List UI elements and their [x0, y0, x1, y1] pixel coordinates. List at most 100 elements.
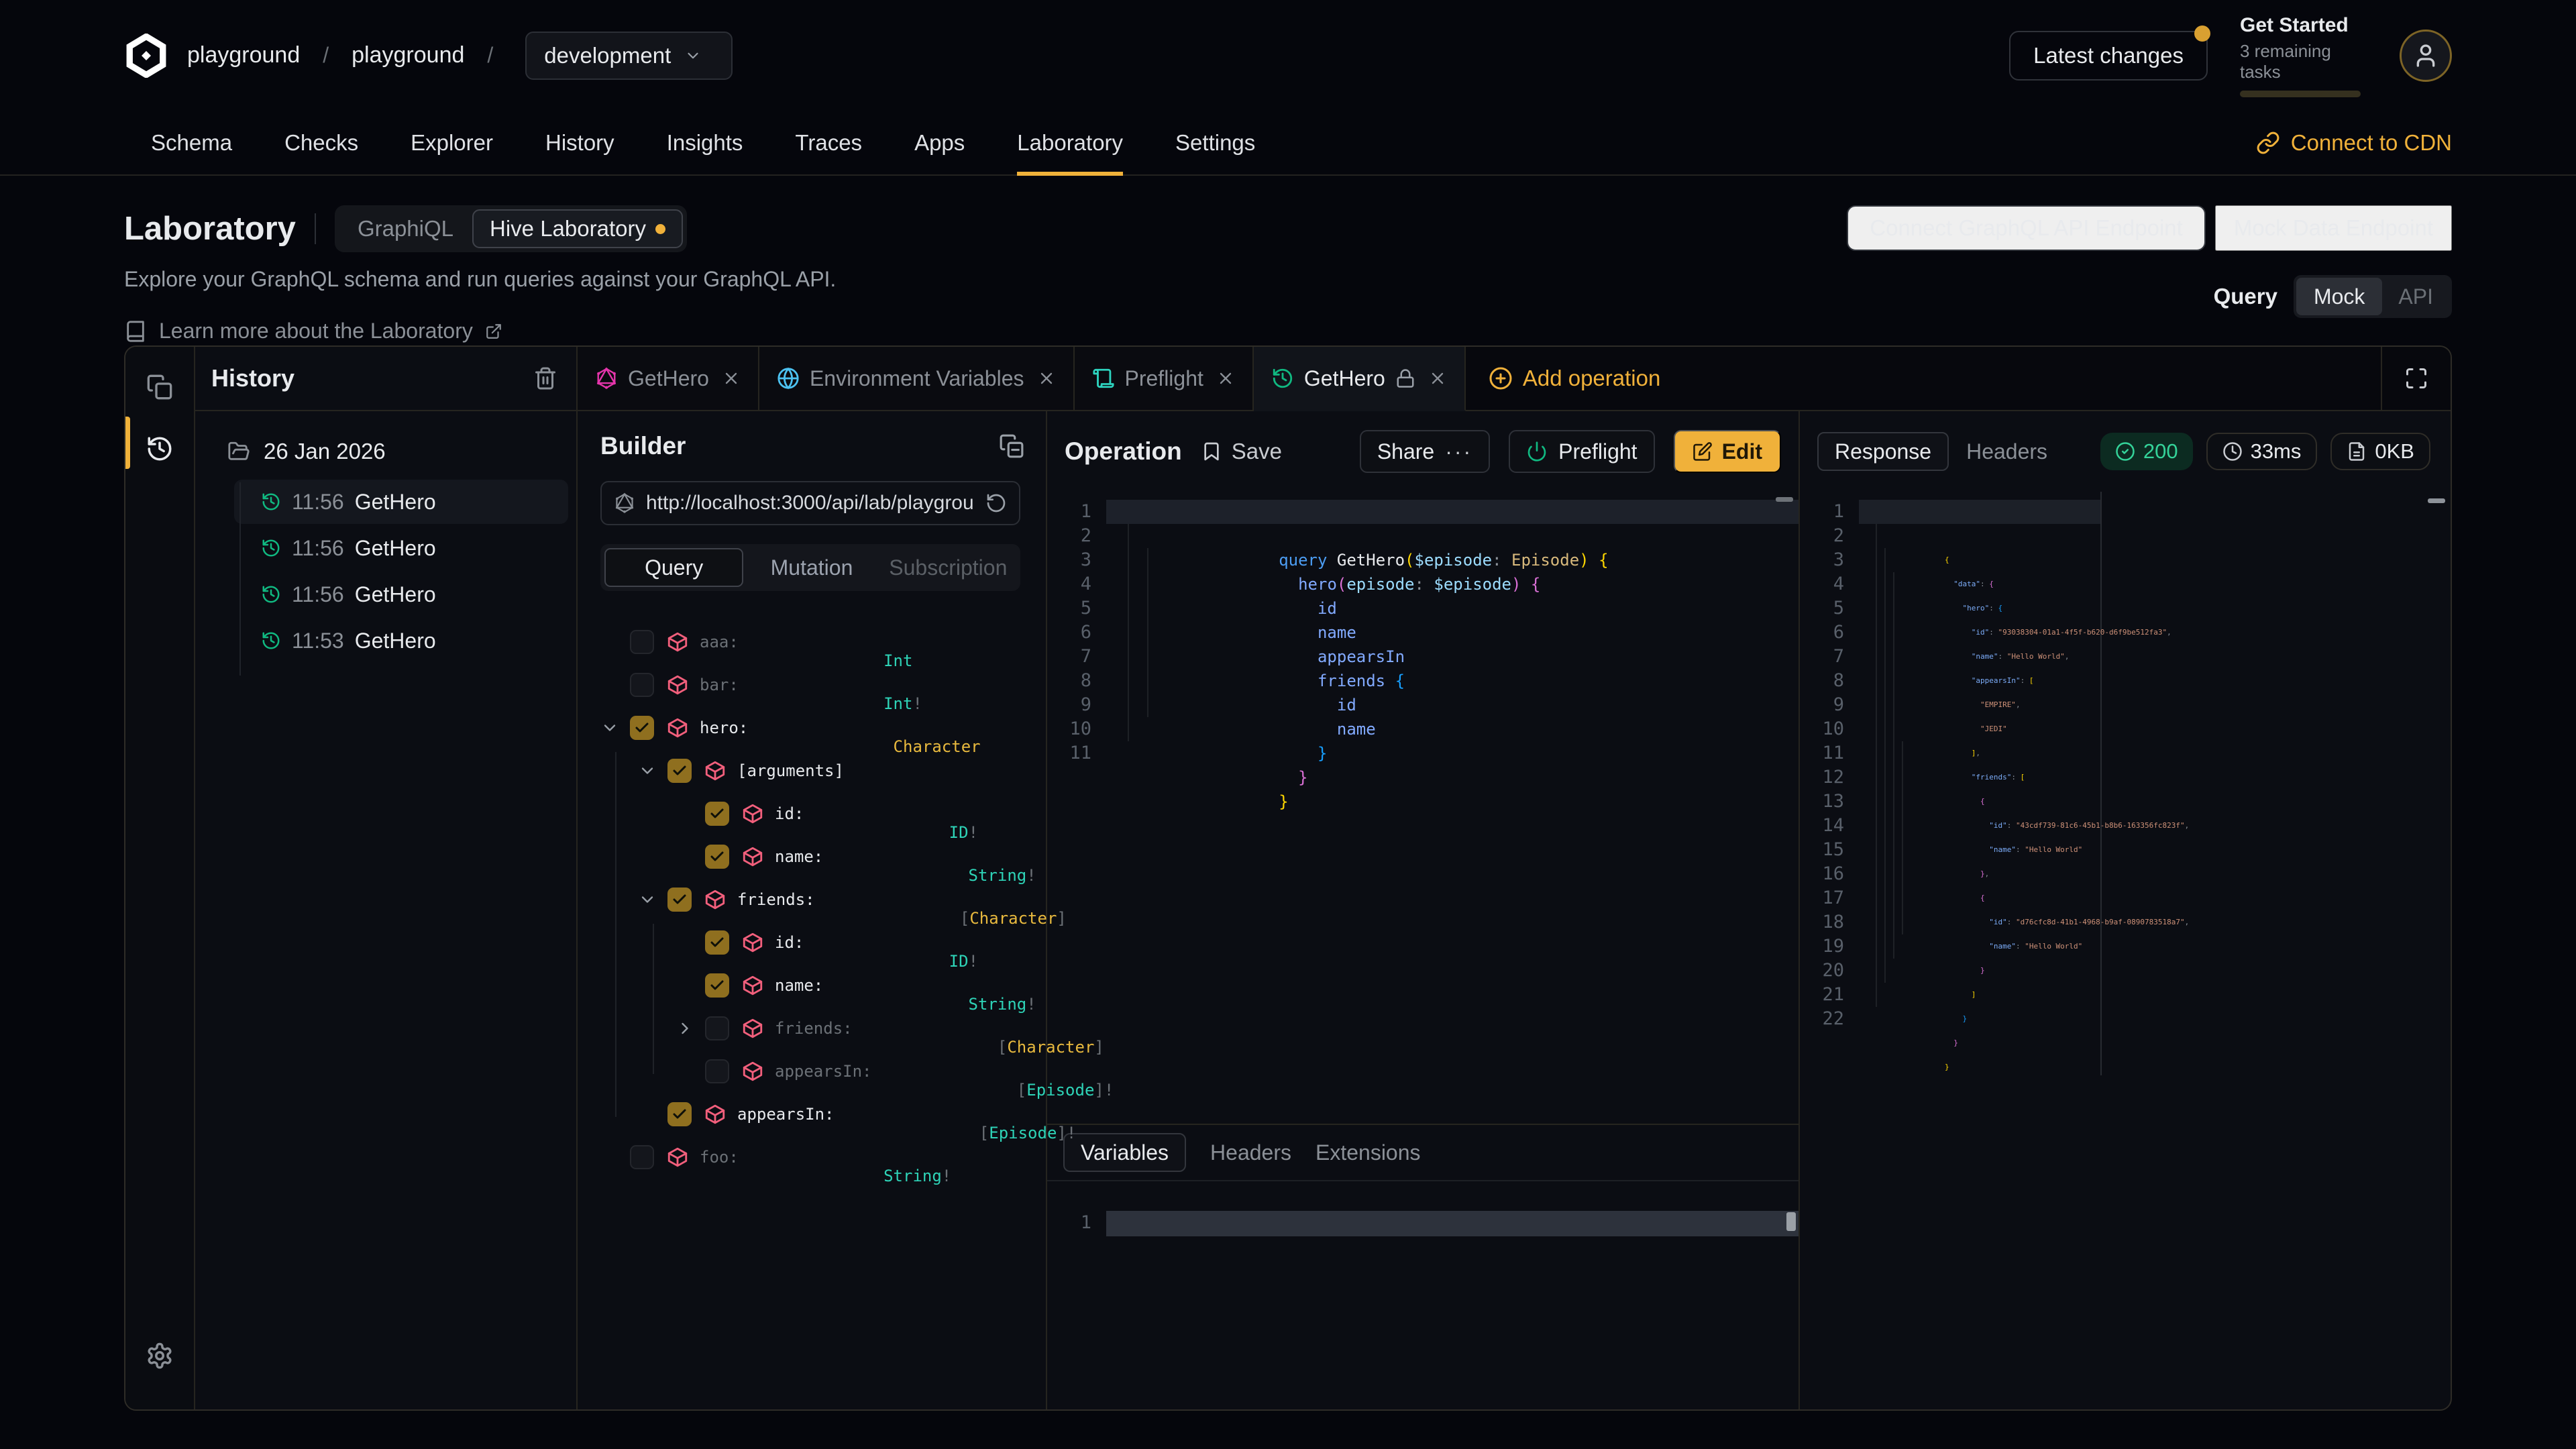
history-item[interactable]: 11:56 GetHero [234, 480, 568, 524]
field-checkbox[interactable] [630, 673, 654, 697]
history-rail-button[interactable] [134, 423, 185, 474]
fullscreen-button[interactable] [2381, 347, 2451, 411]
close-icon[interactable] [1037, 369, 1056, 388]
nav-tab[interactable]: Traces [795, 111, 862, 176]
breadcrumb-project[interactable]: playground [352, 42, 464, 68]
mode-graphiql[interactable]: GraphiQL [339, 216, 472, 241]
edit-button[interactable]: Edit [1674, 430, 1781, 473]
scrollbar-thumb[interactable] [2428, 498, 2445, 503]
latest-changes-button[interactable]: Latest changes [2009, 31, 2208, 80]
nav-tab[interactable]: Explorer [411, 111, 493, 176]
chevron-down-icon[interactable] [638, 890, 667, 909]
connect-endpoint-button[interactable]: Connect GraphQL API Endpoint [1847, 205, 2206, 251]
trash-icon[interactable] [533, 366, 557, 390]
tab-label: Environment Variables [810, 366, 1024, 391]
code-line: 3 id [1047, 548, 1799, 572]
target-dropdown-value: development [544, 43, 671, 68]
edit-label: Edit [1722, 439, 1762, 464]
nav-tab[interactable]: Settings [1175, 111, 1255, 176]
refresh-icon[interactable] [985, 492, 1007, 514]
tab-query[interactable]: Query [604, 548, 743, 587]
variables-editor[interactable]: 1 [1047, 1181, 1799, 1409]
mode-hive-laboratory[interactable]: Hive Laboratory [472, 209, 683, 248]
field-checkbox[interactable] [705, 973, 729, 998]
operation-tab[interactable]: GetHero [1254, 347, 1466, 411]
learn-more-link[interactable]: Learn more about the Laboratory [124, 319, 836, 343]
nav-tab[interactable]: Checks [284, 111, 358, 176]
tab-response[interactable]: Response [1817, 432, 1949, 471]
field-checkbox[interactable] [705, 845, 729, 869]
graphql-icon [614, 492, 635, 514]
operation-tab[interactable]: Environment Variables [759, 347, 1075, 411]
tab-mutation[interactable]: Mutation [743, 548, 879, 587]
more-options-icon[interactable]: ··· [1445, 439, 1472, 464]
close-icon[interactable] [1428, 369, 1447, 388]
history-date-group[interactable]: 26 Jan 2026 [195, 431, 576, 472]
mode-mock[interactable]: Mock [2296, 278, 2382, 315]
tab-subscription[interactable]: Subscription [880, 548, 1016, 587]
operation-tab[interactable]: Preflight [1075, 347, 1254, 411]
cube-icon [666, 631, 689, 653]
get-started-title: Get Started [2240, 14, 2367, 37]
nav-tab[interactable]: Laboratory [1017, 111, 1123, 176]
get-started-widget[interactable]: Get Started 3 remaining tasks [2240, 14, 2367, 97]
field-name: aaa: [700, 633, 739, 651]
field-checkbox[interactable] [705, 930, 729, 955]
field-checkbox[interactable] [630, 630, 654, 654]
field-checkbox[interactable] [705, 1016, 729, 1040]
field-checkbox[interactable] [667, 1102, 692, 1126]
endpoint-url-input[interactable]: http://localhost:3000/api/lab/playground [600, 481, 1020, 525]
chevron-down-icon[interactable] [676, 1019, 705, 1038]
page-description: Explore your GraphQL schema and run quer… [124, 267, 836, 292]
history-item[interactable]: 11:56 GetHero [234, 526, 568, 570]
breadcrumb-org[interactable]: playground [187, 42, 300, 68]
settings-button[interactable] [134, 1330, 185, 1381]
history-item[interactable]: 11:53 GetHero [234, 619, 568, 663]
mock-endpoint-button[interactable]: Mock Data Endpoint [2215, 205, 2452, 251]
target-dropdown[interactable]: development [525, 32, 733, 80]
add-operation-button[interactable]: Add operation [1489, 366, 1661, 391]
field-checkbox[interactable] [667, 759, 692, 783]
tab-response-headers[interactable]: Headers [1966, 439, 2047, 464]
field-checkbox[interactable] [667, 888, 692, 912]
lock-icon [1395, 368, 1415, 388]
nav-tab[interactable]: History [545, 111, 614, 176]
response-viewer[interactable]: 1 { 2 "data": { [1800, 492, 2102, 1075]
preflight-button[interactable]: Preflight [1509, 430, 1654, 473]
tab-headers[interactable]: Headers [1210, 1140, 1291, 1165]
tab-variables[interactable]: Variables [1063, 1133, 1186, 1172]
code-line: 17 "name": "Hello World" [1800, 886, 2100, 910]
save-button[interactable]: Save [1201, 439, 1282, 464]
history-item[interactable]: 11:56 GetHero [234, 572, 568, 616]
code-line: 4 name [1047, 572, 1799, 596]
field-checkbox[interactable] [630, 716, 654, 740]
close-icon[interactable] [722, 369, 741, 388]
close-icon[interactable] [1216, 369, 1235, 388]
nav-tab[interactable]: Schema [151, 111, 232, 176]
cube-icon [666, 716, 689, 739]
scrollbar-thumb[interactable] [1776, 497, 1793, 502]
chevron-down-icon[interactable] [638, 761, 667, 780]
query-editor[interactable]: 1 query GetHero($episode: Episode) { 2 [1047, 492, 1799, 1124]
cube-icon [666, 1146, 689, 1169]
code-line: 2 hero(episode: $episode) { [1047, 524, 1799, 548]
chevron-down-icon[interactable] [600, 718, 630, 737]
field-checkbox[interactable] [705, 802, 729, 826]
scrollbar-thumb[interactable] [1786, 1212, 1796, 1231]
collapse-panel-icon[interactable] [999, 433, 1024, 459]
field-checkbox[interactable] [630, 1145, 654, 1169]
field-checkbox[interactable] [705, 1059, 729, 1083]
avatar[interactable] [2400, 30, 2452, 82]
mode-api[interactable]: API [2382, 278, 2449, 315]
history-icon [261, 631, 281, 651]
operation-tab[interactable]: GetHero [578, 347, 759, 411]
collections-button[interactable] [134, 362, 185, 413]
tab-extensions[interactable]: Extensions [1316, 1140, 1421, 1165]
cube-icon [704, 759, 727, 782]
operation-type-tabs: Query Mutation Subscription [600, 544, 1020, 591]
share-button[interactable]: Share ··· [1360, 430, 1490, 473]
nav-tab[interactable]: Apps [914, 111, 965, 176]
book-icon [124, 320, 147, 343]
nav-tab[interactable]: Insights [667, 111, 743, 176]
connect-cdn-link[interactable]: Connect to CDN [2256, 111, 2452, 174]
